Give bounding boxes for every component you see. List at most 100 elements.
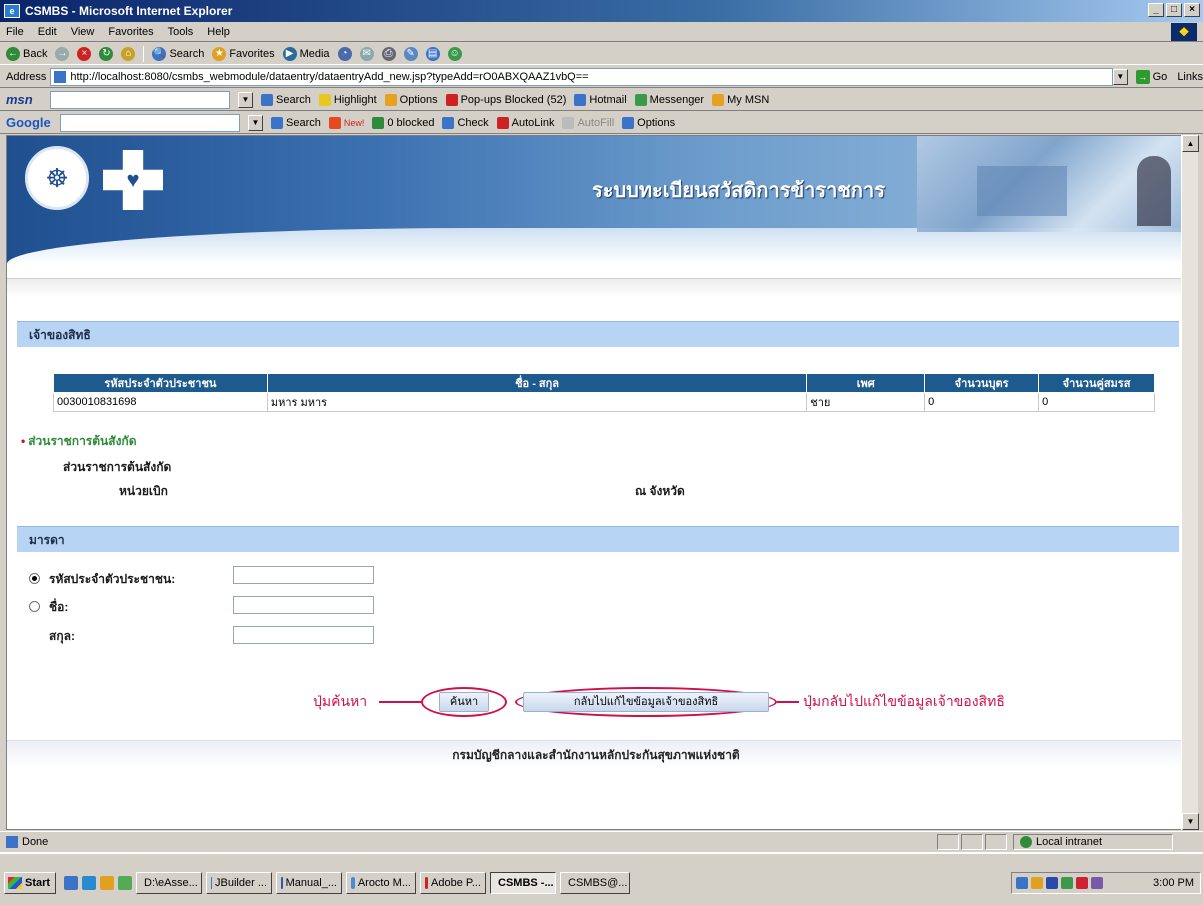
scroll-up-arrow-icon[interactable]: ▲ — [1182, 135, 1199, 152]
vertical-scrollbar[interactable]: ▲ ▼ — [1181, 135, 1199, 830]
task-jbuilder[interactable]: JBuilder ... — [206, 872, 272, 894]
menu-tools[interactable]: Tools — [168, 26, 194, 38]
back-button[interactable]: ← Back — [6, 46, 48, 61]
agency-label: ส่วนราชการต้นสังกัด — [63, 460, 172, 474]
popup-blocked-button[interactable]: 0 blocked — [372, 116, 434, 129]
app-launch-icon[interactable] — [118, 876, 132, 890]
cell-children: 0 — [924, 392, 1040, 412]
search-button[interactable]: 🔍 Search — [152, 46, 204, 61]
name-input[interactable] — [233, 596, 374, 614]
google-search-button[interactable]: Search — [271, 116, 321, 129]
spell-check-button[interactable]: Check — [442, 116, 489, 129]
ie-launch-icon[interactable] — [82, 876, 96, 890]
menu-favorites[interactable]: Favorites — [108, 26, 153, 38]
messenger-button[interactable]: Messenger — [634, 93, 704, 106]
citizen-id-input[interactable] — [233, 566, 374, 584]
hotmail-button[interactable]: Hotmail — [574, 93, 627, 106]
search-by-name-radio[interactable] — [29, 601, 40, 612]
menu-bar: File Edit View Favorites Tools Help ❖ — [0, 22, 1203, 42]
minimize-button[interactable]: _ — [1148, 3, 1164, 17]
menu-file[interactable]: File — [6, 26, 24, 38]
menu-view[interactable]: View — [71, 26, 95, 38]
address-bar: Address http://localhost:8080/csmbs_webm… — [0, 66, 1203, 88]
back-label: Back — [23, 47, 48, 60]
msn-logo[interactable]: msn — [6, 92, 42, 107]
language-icon[interactable] — [1046, 877, 1058, 889]
task-adobe[interactable]: Adobe P... — [420, 872, 486, 894]
go-button[interactable]: → Go — [1135, 69, 1167, 84]
google-options-button[interactable]: Options — [622, 116, 676, 129]
cell-citizen-id: 0030010831698 — [53, 392, 268, 412]
autofill-label: AutoFill — [577, 116, 615, 129]
google-search-dropdown[interactable]: ▼ — [248, 114, 263, 131]
options-icon — [622, 116, 635, 129]
history-button[interactable]: ◔ — [337, 46, 352, 61]
home-button[interactable]: ⌂ — [121, 46, 136, 61]
google-logo[interactable]: Google — [6, 115, 52, 130]
search-by-id-radio[interactable] — [29, 573, 40, 584]
my-msn-button[interactable]: My MSN — [712, 93, 769, 106]
msn-search-dropdown[interactable]: ▼ — [238, 91, 253, 108]
banner-divider — [7, 278, 1183, 298]
task-explorer[interactable]: D:\eAsse... — [136, 872, 202, 894]
msn-search-input[interactable] — [50, 90, 230, 109]
edit-button[interactable]: ✎ — [403, 46, 418, 61]
mail-button[interactable]: ✉ — [359, 46, 374, 61]
scroll-down-arrow-icon[interactable]: ▼ — [1182, 813, 1199, 830]
search-button[interactable]: ค้นหา — [439, 692, 489, 712]
task-manual[interactable]: Manual_... — [276, 872, 342, 894]
show-desktop-icon[interactable] — [64, 876, 78, 890]
google-search-input[interactable] — [60, 113, 240, 132]
popups-blocked-button[interactable]: Pop-ups Blocked (52) — [445, 93, 566, 106]
check-label: Check — [457, 116, 489, 129]
app-icon — [351, 877, 355, 889]
address-dropdown-button[interactable]: ▼ — [1112, 68, 1128, 85]
site-banner: ☸ ♥ ระบบทะเบียนสวัสดิการข้าราชการ — [7, 136, 1183, 264]
google-options-label: Options — [637, 116, 676, 129]
status-text: Done — [22, 835, 49, 848]
menu-edit[interactable]: Edit — [38, 26, 57, 38]
maximize-button[interactable]: □ — [1166, 3, 1182, 17]
tray-icon[interactable] — [1016, 877, 1028, 889]
media-label: Media — [299, 47, 330, 60]
links-button[interactable]: Links — [1177, 71, 1203, 83]
start-button[interactable]: Start — [4, 872, 56, 894]
favorites-button[interactable]: ★ Favorites — [212, 46, 275, 61]
messenger-icon: ☺ — [447, 46, 462, 61]
print-button[interactable]: ⎙ — [381, 46, 396, 61]
media-button[interactable]: ▶ Media — [282, 46, 330, 61]
back-to-owner-button[interactable]: กลับไปแก้ไขข้อมูลเจ้าของสิทธิ — [523, 692, 769, 712]
address-input[interactable]: http://localhost:8080/csmbs_webmodule/da… — [50, 67, 1113, 86]
discuss-button[interactable]: ▤ — [425, 46, 440, 61]
tray-icon[interactable] — [1076, 877, 1088, 889]
search-icon: 🔍 — [152, 46, 167, 61]
autofill-icon — [562, 116, 575, 129]
page-done-icon — [6, 835, 18, 848]
close-button[interactable]: × — [1184, 3, 1200, 17]
google-new-button[interactable]: New! — [328, 116, 364, 129]
task-arocto[interactable]: Arocto M... — [346, 872, 416, 894]
msn-search-button[interactable]: Search — [261, 93, 311, 106]
surname-input[interactable] — [233, 626, 374, 644]
col-citizen-id: รหัสประจำตัวประชาชน — [53, 373, 268, 393]
msn-options-button[interactable]: Options — [384, 93, 438, 106]
window-titlebar: e CSMBS - Microsoft Internet Explorer _ … — [0, 0, 1203, 22]
refresh-button[interactable]: ↻ — [99, 46, 114, 61]
messenger-toolbar-button[interactable]: ☺ — [447, 46, 462, 61]
task-csmbs-app[interactable]: CSMBS@... — [560, 872, 630, 894]
stop-button[interactable]: × — [77, 46, 92, 61]
status-cells — [937, 834, 1007, 850]
tray-icon[interactable] — [1031, 877, 1043, 889]
highlight-button[interactable]: Highlight — [318, 93, 377, 106]
task-csmbs-ie[interactable]: CSMBS -... — [490, 872, 556, 894]
autofill-button[interactable]: AutoFill — [562, 116, 615, 129]
menu-help[interactable]: Help — [207, 26, 230, 38]
forward-button[interactable]: → — [55, 46, 70, 61]
network-icon[interactable] — [1061, 877, 1073, 889]
folder-icon[interactable] — [100, 876, 114, 890]
agency-link[interactable]: • ส่วนราชการต้นสังกัด — [21, 432, 136, 451]
col-gender: เพศ — [806, 373, 926, 393]
autolink-button[interactable]: AutoLink — [496, 116, 554, 129]
popup-blocker-icon — [372, 116, 385, 129]
tray-icon[interactable] — [1091, 877, 1103, 889]
